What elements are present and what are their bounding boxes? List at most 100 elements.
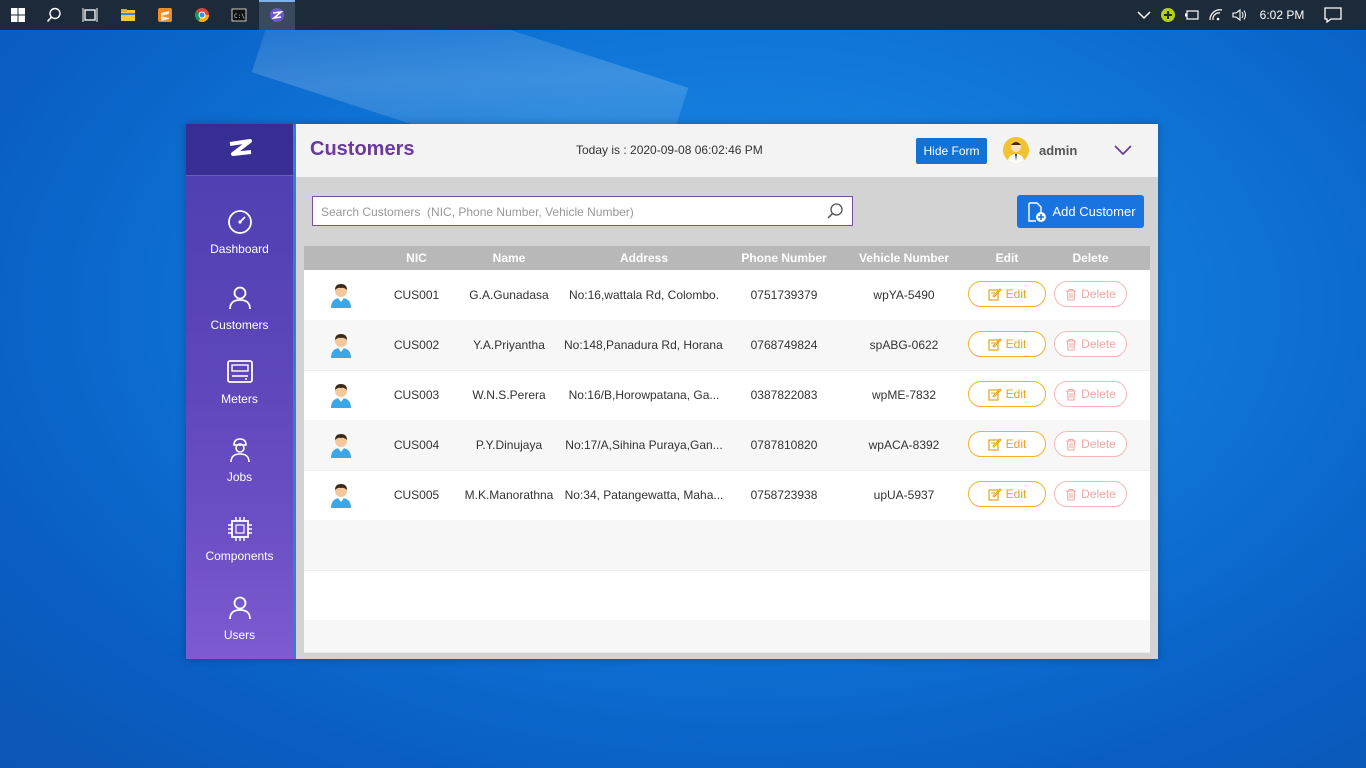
search-icon[interactable] [826,202,844,220]
empty-row [304,620,1150,653]
table-row[interactable]: CUS005 M.K.Manorathna No:34, Patangewatt… [304,470,1150,521]
username: admin [1039,143,1078,158]
task-view-button[interactable] [72,0,108,30]
delete-button[interactable]: Delete [1054,381,1127,407]
cell-phone: 0758723938 [750,488,818,502]
action-center-button[interactable] [1322,0,1344,30]
empty-row [304,520,1150,571]
start-button[interactable] [0,0,36,30]
worker-icon [229,438,250,463]
sidebar-edge [293,124,296,659]
delete-button[interactable]: Delete [1054,331,1127,357]
delete-button[interactable]: Delete [1054,281,1127,307]
taskbar-file-explorer[interactable] [110,0,146,30]
table-row[interactable]: CUS003 W.N.S.Perera No:16/B,Horowpatana,… [304,370,1150,421]
column-header-name: Name [492,251,526,265]
delete-button[interactable]: Delete [1054,431,1127,457]
edit-button[interactable]: Edit [968,331,1046,357]
search-box [312,196,853,226]
tray-battery-button[interactable] [1182,0,1202,30]
edit-label: Edit [1005,287,1027,301]
add-customer-button[interactable]: Add Customer [1017,195,1144,228]
sidebar-item-customers[interactable]: Customers [186,284,293,354]
column-header-vehicle: Vehicle Number [858,251,950,265]
terminal-icon: C:\ [231,8,247,22]
delete-label: Delete [1081,387,1116,401]
battery-icon [1185,10,1199,20]
delete-label: Delete [1081,437,1116,451]
table-header: NIC Name Address Phone Number Vehicle Nu… [304,246,1150,270]
taskbar-clock[interactable]: 6:02 PM [1258,0,1306,30]
trash-icon [1066,488,1077,501]
app-logo-icon [270,8,284,22]
person-icon [228,286,251,310]
cell-phone: 0768749824 [750,338,818,352]
taskbar-cmd[interactable]: C:\ [221,0,257,30]
sidebar-item-label: Jobs [226,470,253,484]
avatar[interactable] [1003,137,1029,163]
sublime-text-icon [158,8,172,22]
edit-button[interactable]: Edit [968,281,1046,307]
cell-name: M.K.Manorathna [464,488,554,502]
customer-avatar-icon [331,434,351,458]
delete-label: Delete [1081,337,1116,351]
tray-expand-button[interactable] [1134,0,1154,30]
cell-name: G.A.Gunadasa [469,288,549,302]
chevron-down-icon[interactable] [1113,142,1133,158]
edit-button[interactable]: Edit [968,381,1046,407]
cell-phone: 0387822083 [750,388,818,402]
user-avatar-icon [1008,142,1024,163]
taskbar-search-button[interactable] [36,0,72,30]
cell-nic: CUS005 [393,488,440,502]
hide-form-button[interactable]: Hide Form [916,138,987,164]
taskbar-chrome[interactable] [184,0,220,30]
cell-nic: CUS001 [393,288,440,302]
cell-address: No:34, Patangewatta, Maha... [564,488,724,502]
sidebar-item-meters[interactable]: Meters [186,358,293,428]
page-title: Customers [310,138,415,160]
tray-wifi-button[interactable] [1206,0,1226,30]
plus-badge-icon [1161,8,1175,22]
edit-button[interactable]: Edit [968,481,1046,507]
sidebar: Dashboard Customers Meters Jobs Componen… [186,124,293,659]
cell-name: P.Y.Dinujaya [475,438,543,452]
sidebar-item-users[interactable]: Users [186,594,293,664]
customer-avatar-icon [331,284,351,308]
taskbar-app-active[interactable] [259,0,295,30]
sidebar-item-components[interactable]: Components [186,515,293,585]
cell-address: No:16,wattala Rd, Colombo. [568,288,720,302]
delete-label: Delete [1081,287,1116,301]
wifi-icon [1209,9,1223,21]
sidebar-item-label: Components [205,549,274,563]
tray-app-button[interactable] [1158,0,1178,30]
trash-icon [1066,438,1077,451]
edit-icon [988,488,1002,501]
table-row[interactable]: CUS002 Y.A.Priyantha No:148,Panadura Rd,… [304,320,1150,371]
cell-address: No:148,Panadura Rd, Horana. [564,338,724,352]
trash-icon [1066,288,1077,301]
edit-icon [988,288,1002,301]
edit-button[interactable]: Edit [968,431,1046,457]
edit-label: Edit [1005,387,1027,401]
chevron-up-icon [1137,11,1151,20]
table-row[interactable]: CUS004 P.Y.Dinujaya No:17/A,Sihina Puray… [304,420,1150,471]
column-header-phone: Phone Number [741,251,827,265]
trash-icon [1066,388,1077,401]
sidebar-item-label: Users [223,628,256,642]
sidebar-item-label: Meters [221,392,258,406]
sidebar-item-jobs[interactable]: Jobs [186,436,293,506]
tray-volume-button[interactable] [1229,0,1249,30]
taskbar-sublime[interactable] [147,0,183,30]
cell-name: Y.A.Priyantha [473,338,545,352]
table-row[interactable]: CUS001 G.A.Gunadasa No:16,wattala Rd, Co… [304,270,1150,321]
column-header-delete: Delete [1072,251,1109,265]
current-datetime: Today is : 2020-09-08 06:02:46 PM [576,143,763,157]
delete-label: Delete [1081,487,1116,501]
windows-logo-icon [11,8,25,22]
delete-button[interactable]: Delete [1054,481,1127,507]
edit-icon [988,438,1002,451]
sidebar-item-dashboard[interactable]: Dashboard [186,208,293,278]
column-header-nic: NIC [406,251,427,265]
app-window: Dashboard Customers Meters Jobs Componen… [186,124,1158,659]
search-input[interactable] [319,201,818,223]
